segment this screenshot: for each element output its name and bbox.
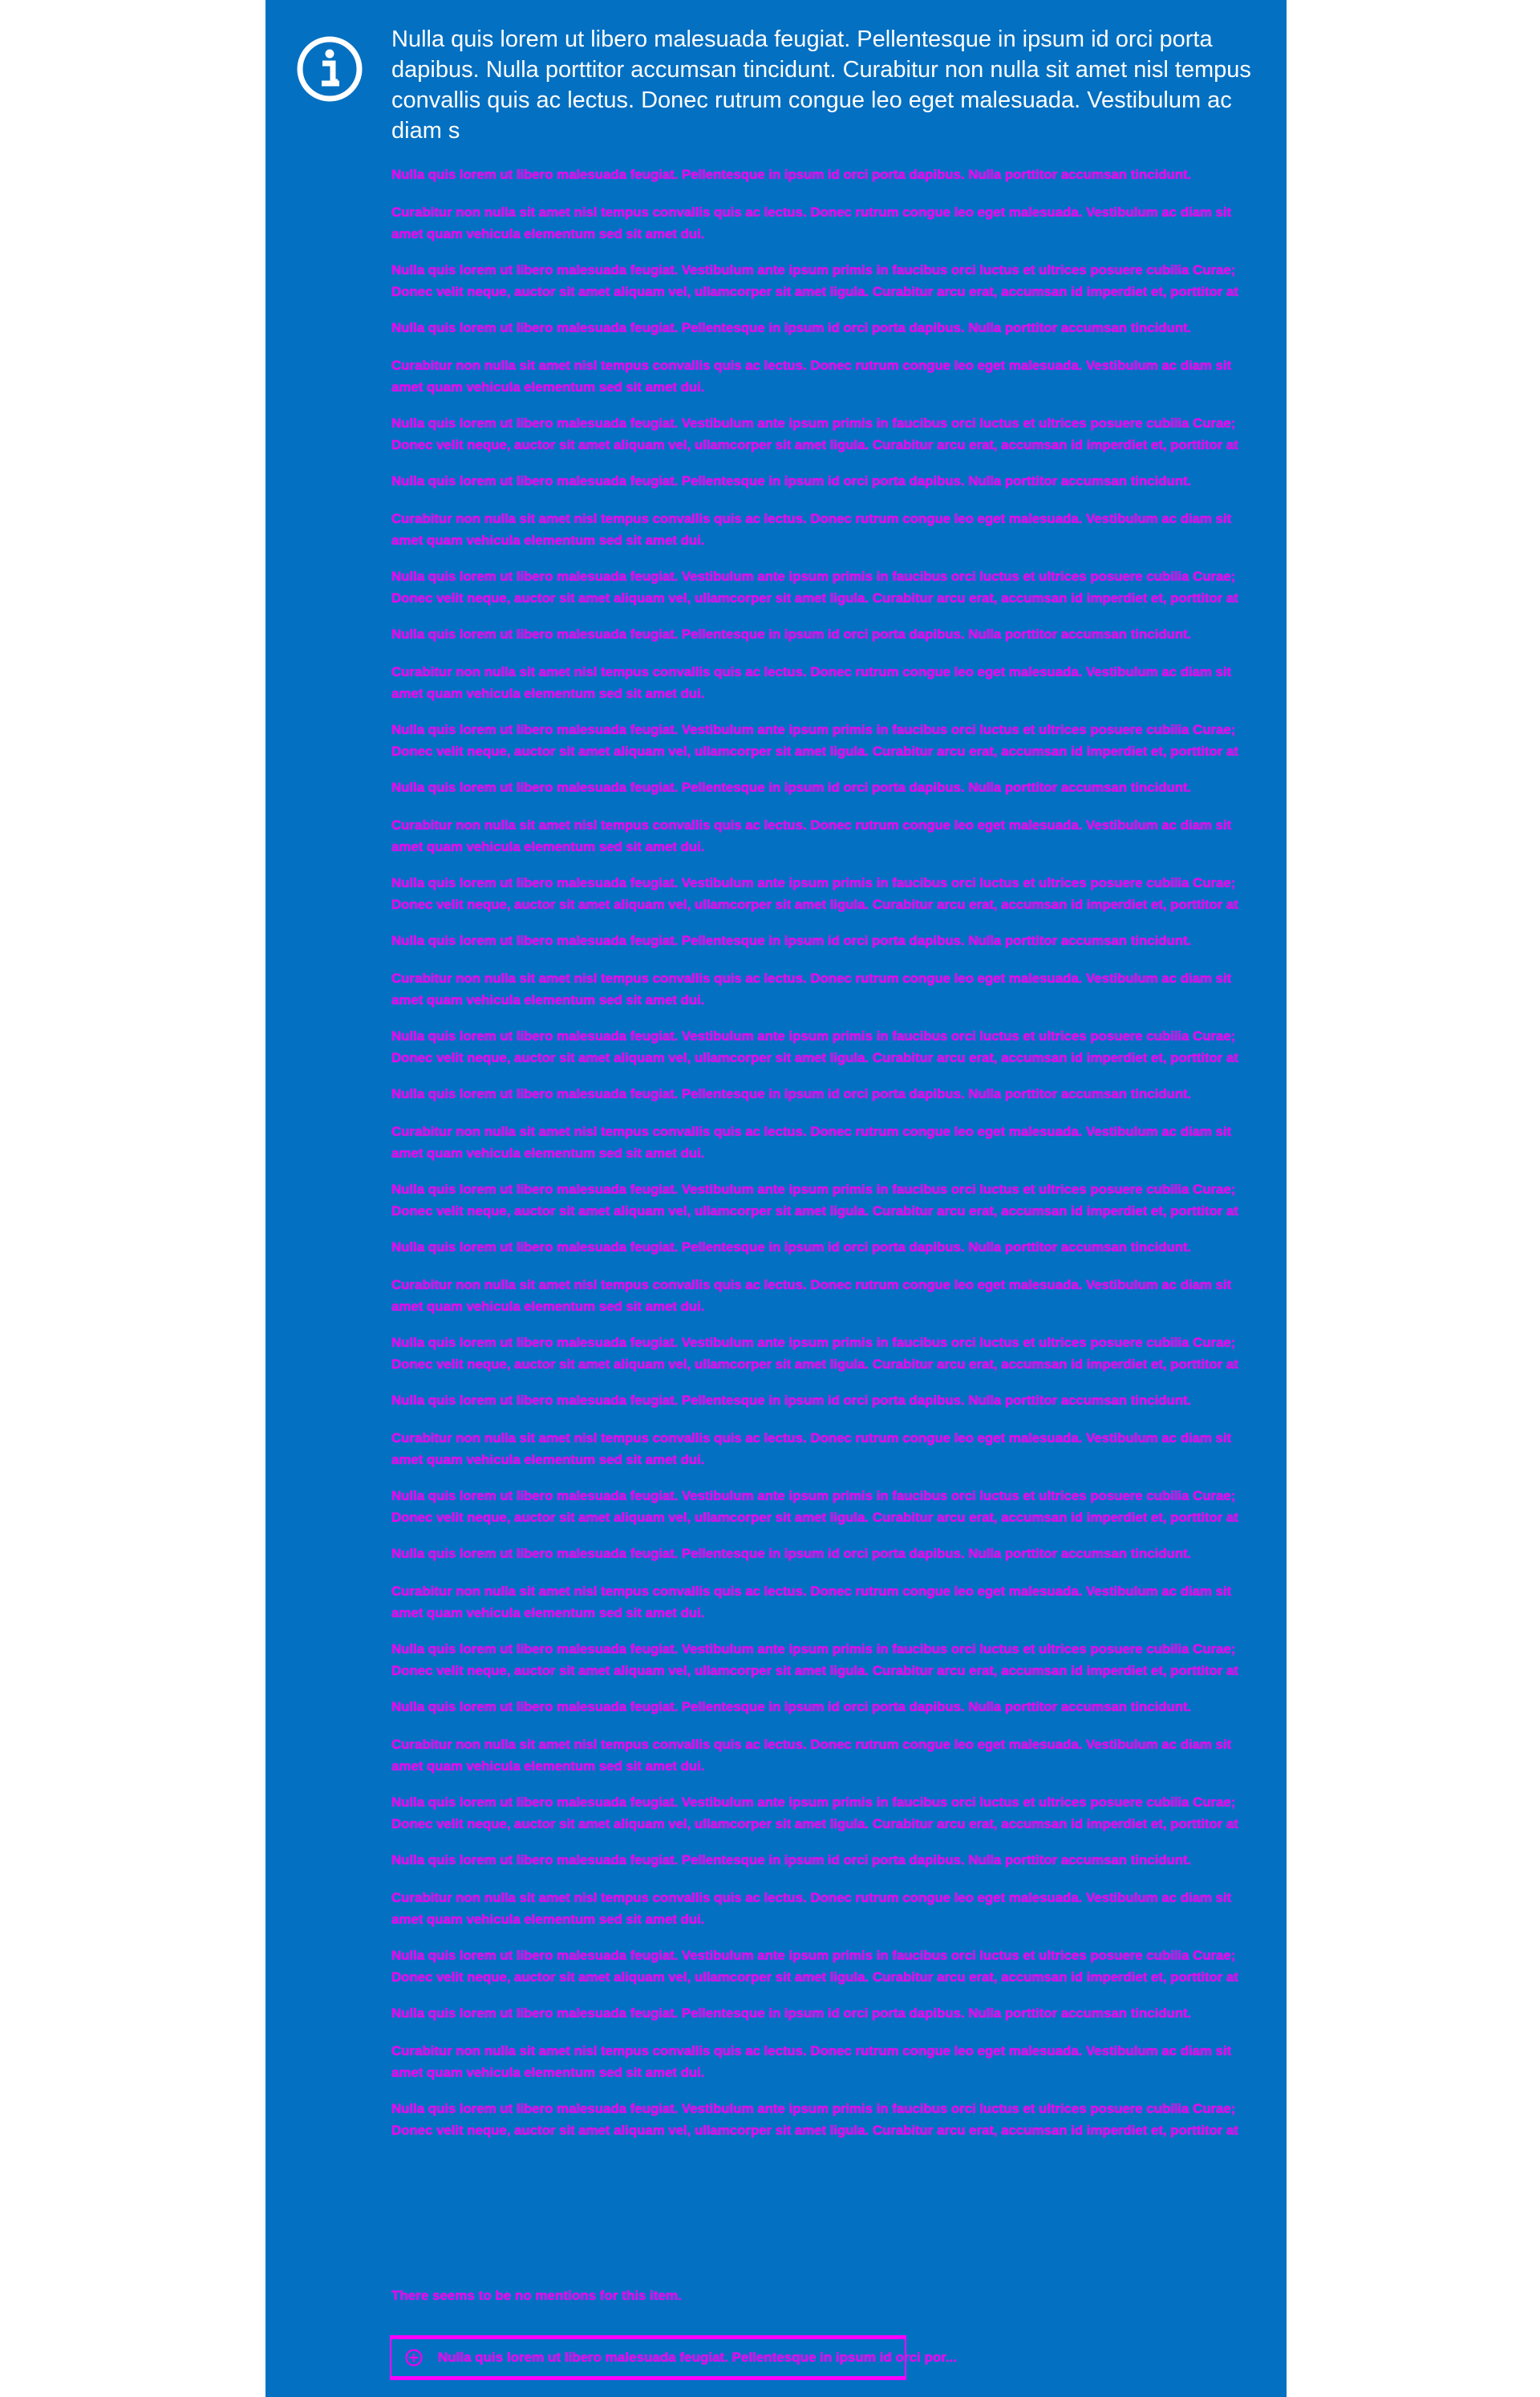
note-item: Nulla quis lorem ut libero malesuada feu… xyxy=(391,1852,1192,1868)
note-item: Curabitur non nulla sit amet nisl tempus… xyxy=(391,1124,1232,1161)
note-item: Curabitur non nulla sit amet nisl tempus… xyxy=(391,511,1232,548)
add-mention-label: Nulla quis lorem ut libero malesuada feu… xyxy=(438,2350,958,2365)
note-item: Nulla quis lorem ut libero malesuada feu… xyxy=(391,1546,1192,1561)
note-item: Nulla quis lorem ut libero malesuada feu… xyxy=(391,2006,1192,2021)
note-item: Nulla quis lorem ut libero malesuada feu… xyxy=(391,262,1238,299)
note-item: Nulla quis lorem ut libero malesuada feu… xyxy=(391,1641,1238,1678)
note-item: Nulla quis lorem ut libero malesuada feu… xyxy=(391,1086,1192,1101)
note-item: Nulla quis lorem ut libero malesuada feu… xyxy=(391,1182,1238,1219)
info-circle-icon xyxy=(297,36,363,102)
note-item: Nulla quis lorem ut libero malesuada feu… xyxy=(391,875,1238,912)
note-item: Curabitur non nulla sit amet nisl tempus… xyxy=(391,2043,1232,2080)
info-lead-text: Nulla quis lorem ut libero malesuada feu… xyxy=(391,26,1251,144)
note-item: Curabitur non nulla sit amet nisl tempus… xyxy=(391,1584,1232,1620)
note-item: Nulla quis lorem ut libero malesuada feu… xyxy=(391,780,1192,795)
note-item: Nulla quis lorem ut libero malesuada feu… xyxy=(391,320,1192,335)
note-item: Nulla quis lorem ut libero malesuada feu… xyxy=(391,1488,1238,1525)
note-item: Curabitur non nulla sit amet nisl tempus… xyxy=(391,358,1232,395)
note-item: Nulla quis lorem ut libero malesuada feu… xyxy=(391,473,1192,489)
note-item: Nulla quis lorem ut libero malesuada feu… xyxy=(391,722,1238,759)
note-item: Curabitur non nulla sit amet nisl tempus… xyxy=(391,205,1232,241)
add-mention-button[interactable]: Nulla quis lorem ut libero malesuada feu… xyxy=(390,2335,957,2380)
note-item: Curabitur non nulla sit amet nisl tempus… xyxy=(391,1430,1232,1467)
note-item: Nulla quis lorem ut libero malesuada feu… xyxy=(391,1393,1192,1408)
note-item: Nulla quis lorem ut libero malesuada feu… xyxy=(391,933,1192,948)
note-item: Nulla quis lorem ut libero malesuada feu… xyxy=(391,1948,1238,1985)
note-item: Nulla quis lorem ut libero malesuada feu… xyxy=(391,416,1238,452)
note-item: Nulla quis lorem ut libero malesuada feu… xyxy=(391,627,1192,642)
note-item: Nulla quis lorem ut libero malesuada feu… xyxy=(391,569,1238,606)
note-item: Curabitur non nulla sit amet nisl tempus… xyxy=(391,971,1232,1008)
empty-mentions-message: There seems to be no mentions for this i… xyxy=(391,2288,682,2303)
note-item: Curabitur non nulla sit amet nisl tempus… xyxy=(391,817,1232,854)
note-item: Curabitur non nulla sit amet nisl tempus… xyxy=(391,1737,1232,1774)
note-item: Nulla quis lorem ut libero malesuada feu… xyxy=(391,1795,1238,1831)
note-item: Curabitur non nulla sit amet nisl tempus… xyxy=(391,664,1232,701)
note-item: Curabitur non nulla sit amet nisl tempus… xyxy=(391,1277,1232,1314)
note-item: Nulla quis lorem ut libero malesuada feu… xyxy=(391,2101,1238,2138)
note-item: Nulla quis lorem ut libero malesuada feu… xyxy=(391,167,1192,182)
note-item: Nulla quis lorem ut libero malesuada feu… xyxy=(391,1335,1238,1372)
notes-list: Nulla quis lorem ut libero malesuada feu… xyxy=(391,164,1266,2156)
note-item: Nulla quis lorem ut libero malesuada feu… xyxy=(391,1239,1192,1255)
add-circle-icon xyxy=(405,2349,423,2367)
info-panel: Nulla quis lorem ut libero malesuada feu… xyxy=(265,0,1287,2397)
note-item: Nulla quis lorem ut libero malesuada feu… xyxy=(391,1699,1192,1714)
note-item: Nulla quis lorem ut libero malesuada feu… xyxy=(391,1028,1238,1065)
note-item: Curabitur non nulla sit amet nisl tempus… xyxy=(391,1890,1232,1927)
